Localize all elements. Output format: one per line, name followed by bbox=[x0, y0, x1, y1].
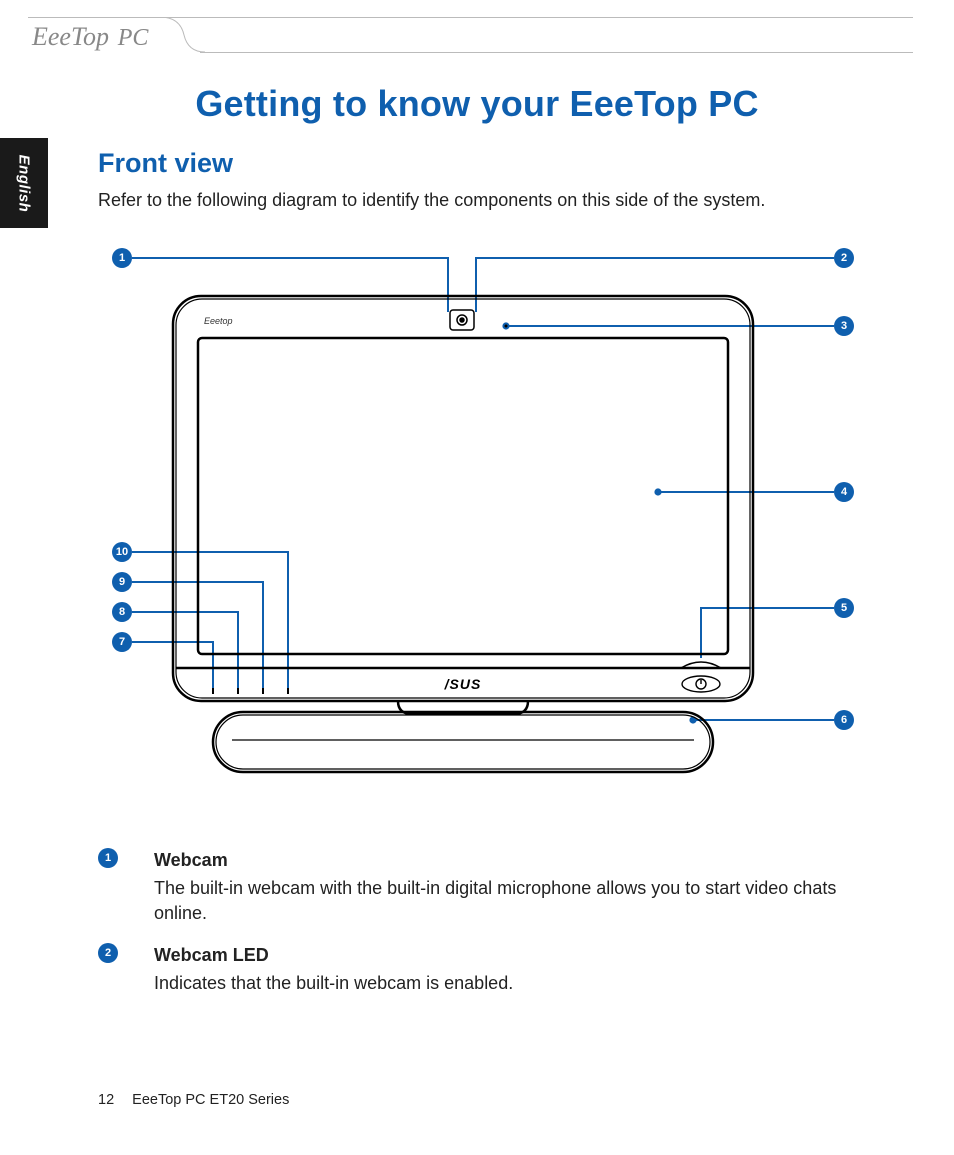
header-logo: EeeTop PC bbox=[32, 22, 148, 52]
description-title: Webcam LED bbox=[154, 943, 513, 967]
description-body: The built-in webcam with the built-in di… bbox=[154, 876, 858, 925]
page-footer: 12 EeeTop PC ET20 Series bbox=[98, 1092, 289, 1108]
manual-page: English EeeTop PC Getting to know your E… bbox=[0, 0, 954, 1155]
callout-10: 10 bbox=[112, 542, 132, 562]
component-descriptions: 1 Webcam The built-in webcam with the bu… bbox=[98, 848, 858, 1013]
description-text: Webcam The built-in webcam with the buil… bbox=[154, 848, 858, 925]
callout-4: 4 bbox=[834, 482, 854, 502]
description-bullet-2: 2 bbox=[98, 943, 118, 963]
callout-3: 3 bbox=[834, 316, 854, 336]
description-title: Webcam bbox=[154, 848, 858, 872]
header-logo-suffix: PC bbox=[118, 25, 149, 51]
callout-8: 8 bbox=[112, 602, 132, 622]
header-logo-brand: EeeTop bbox=[32, 22, 109, 51]
callout-2: 2 bbox=[834, 248, 854, 268]
description-bullet-1: 1 bbox=[98, 848, 118, 868]
device-brand: /SUS bbox=[444, 676, 482, 692]
language-tab-label: English bbox=[16, 154, 33, 212]
callout-9: 9 bbox=[112, 572, 132, 592]
page-number: 12 bbox=[98, 1092, 114, 1108]
description-item: 2 Webcam LED Indicates that the built-in… bbox=[98, 943, 858, 996]
header-curve bbox=[160, 17, 205, 53]
language-tab: English bbox=[0, 138, 48, 228]
callout-1: 1 bbox=[112, 248, 132, 268]
callout-7: 7 bbox=[112, 632, 132, 652]
description-body: Indicates that the built-in webcam is en… bbox=[154, 971, 513, 995]
intro-text: Refer to the following diagram to identi… bbox=[98, 190, 765, 211]
callout-6: 6 bbox=[834, 710, 854, 730]
callout-5: 5 bbox=[834, 598, 854, 618]
page-title: Getting to know your EeeTop PC bbox=[0, 83, 954, 125]
header-rule-main bbox=[200, 52, 913, 53]
description-text: Webcam LED Indicates that the built-in w… bbox=[154, 943, 513, 996]
description-item: 1 Webcam The built-in webcam with the bu… bbox=[98, 848, 858, 925]
front-view-diagram: 1 2 3 4 5 6 7 8 9 10 bbox=[98, 240, 858, 810]
device-small-logo: Eeetop bbox=[204, 316, 233, 326]
section-subtitle: Front view bbox=[98, 148, 233, 179]
footer-product: EeeTop PC ET20 Series bbox=[132, 1092, 289, 1108]
device-illustration: Eeetop /SUS bbox=[98, 240, 858, 810]
